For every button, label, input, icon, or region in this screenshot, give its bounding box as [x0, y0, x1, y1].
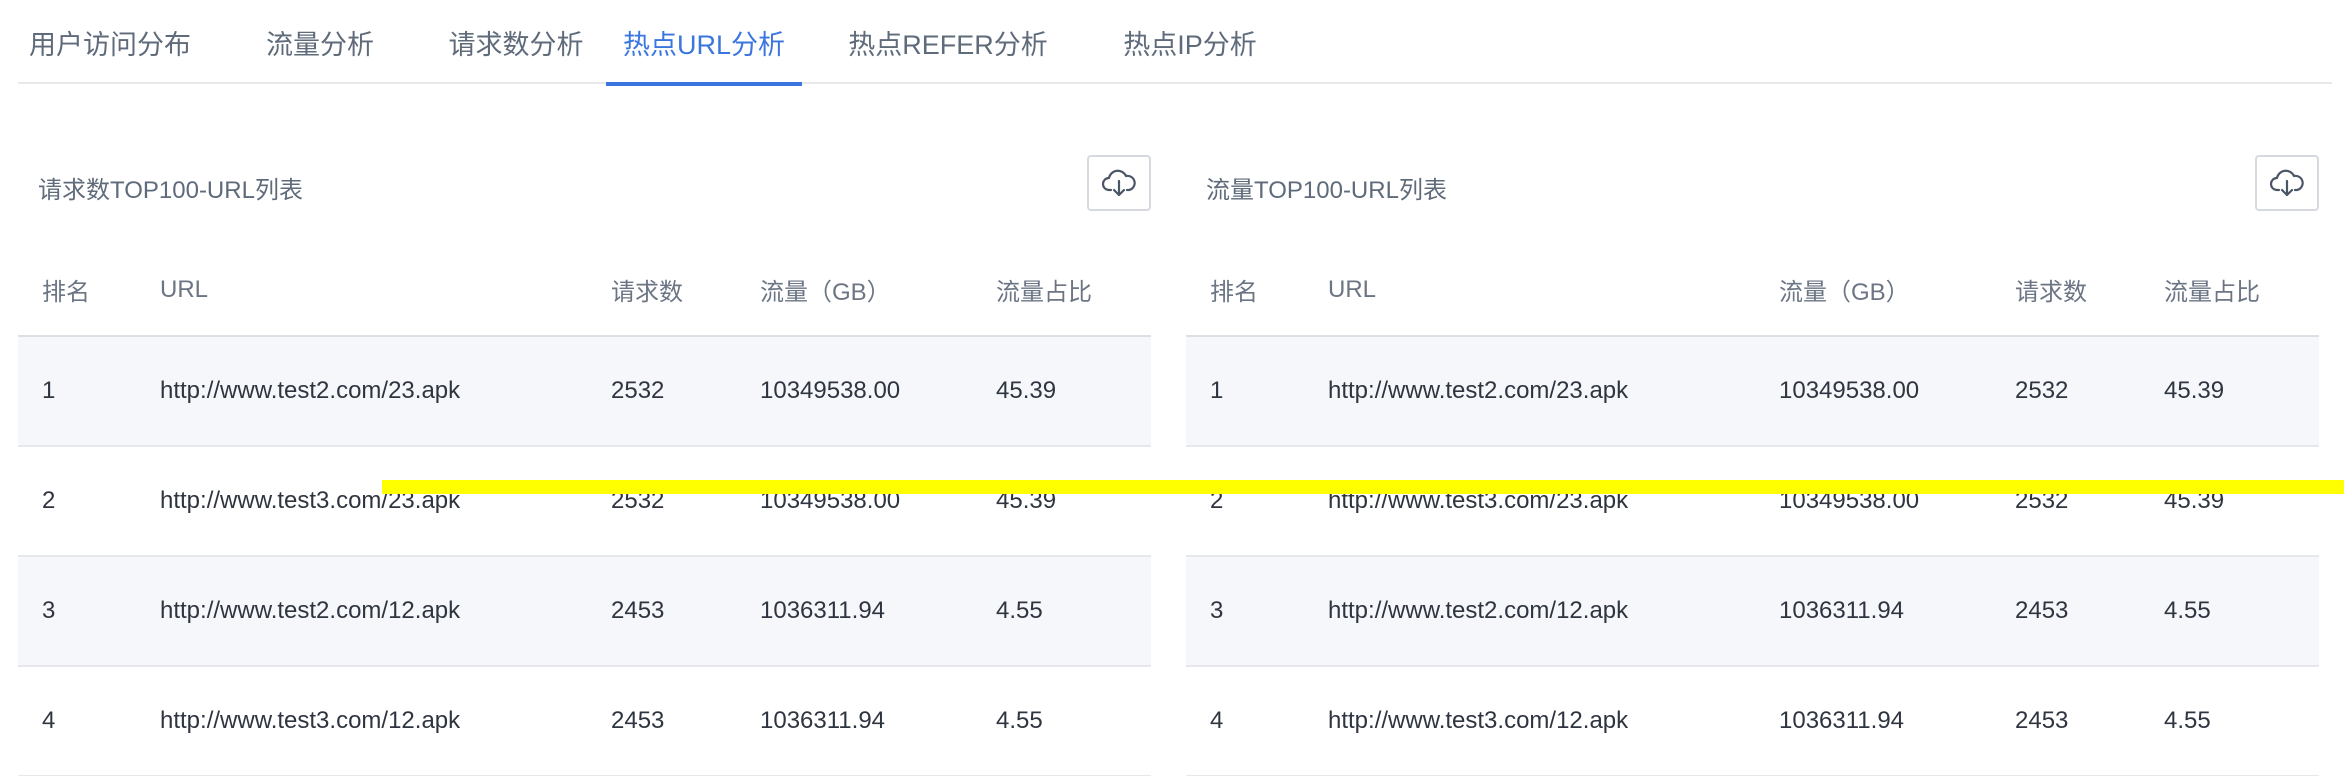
cell-traffic: 10349538.00: [736, 336, 972, 447]
cell-traffic: 10349538.00: [1755, 336, 1991, 447]
cell-requests: 2453: [587, 666, 736, 776]
cell-rank: 3: [18, 556, 136, 667]
cell-rank: 4: [1186, 666, 1304, 776]
tab-hot-refer[interactable]: 热点REFER分析: [838, 0, 1058, 84]
column-header-traffic-share[interactable]: 流量占比: [2140, 244, 2319, 337]
cell-requests: 2532: [1991, 336, 2140, 447]
cell-traffic: 1036311.94: [1755, 666, 1991, 776]
cell-traffic-share: 45.39: [2140, 446, 2319, 557]
cell-traffic: 1036311.94: [736, 666, 972, 776]
cloud-download-icon: [2270, 169, 2304, 197]
cell-traffic: 10349538.00: [736, 446, 972, 557]
cell-requests: 2453: [1991, 666, 2140, 776]
column-header-rank[interactable]: 排名: [18, 244, 136, 337]
column-header-url[interactable]: URL: [136, 244, 587, 337]
column-header-rank[interactable]: 排名: [1186, 244, 1304, 337]
cell-requests: 2532: [587, 336, 736, 447]
cell-url: http://www.test2.com/12.apk: [136, 556, 587, 667]
table-row: 4 http://www.test3.com/12.apk 1036311.94…: [1186, 666, 2319, 776]
tab-request-analysis[interactable]: 请求数分析: [422, 0, 610, 84]
cell-traffic-share: 45.39: [972, 336, 1151, 447]
table-row: 1 http://www.test2.com/23.apk 2532 10349…: [18, 336, 1151, 447]
column-header-traffic[interactable]: 流量（GB）: [1755, 244, 1991, 337]
table-header-row: 排名 URL 请求数 流量（GB） 流量占比: [18, 244, 1151, 337]
cell-rank: 1: [18, 336, 136, 447]
cell-rank: 2: [18, 446, 136, 557]
column-header-traffic-share[interactable]: 流量占比: [972, 244, 1151, 337]
cell-url: http://www.test3.com/23.apk: [136, 446, 587, 557]
cell-traffic: 10349538.00: [1755, 446, 1991, 557]
cell-traffic-share: 45.39: [2140, 336, 2319, 447]
cell-rank: 1: [1186, 336, 1304, 447]
download-button[interactable]: [1087, 155, 1151, 211]
panel-title: 请求数TOP100-URL列表: [38, 177, 303, 204]
cell-url: http://www.test3.com/12.apk: [136, 666, 587, 776]
render-glitch-band: [382, 480, 2344, 494]
cell-requests: 2532: [1991, 446, 2140, 557]
cell-url: http://www.test2.com/23.apk: [1304, 336, 1755, 447]
cell-rank: 3: [1186, 556, 1304, 667]
cell-traffic-share: 4.55: [2140, 666, 2319, 776]
column-header-url[interactable]: URL: [1304, 244, 1755, 337]
table-row: 4 http://www.test3.com/12.apk 2453 10363…: [18, 666, 1151, 776]
cell-requests: 2453: [587, 556, 736, 667]
tab-bar: 用户访问分布 流量分析 请求数分析 热点URL分析 热点REFER分析 热点IP…: [18, 0, 2332, 86]
column-header-requests[interactable]: 请求数: [1991, 244, 2140, 337]
cell-requests: 2453: [1991, 556, 2140, 667]
tab-hot-ip[interactable]: 热点IP分析: [1088, 0, 1292, 84]
column-header-traffic[interactable]: 流量（GB）: [736, 244, 972, 337]
panel-title: 流量TOP100-URL列表: [1206, 177, 1447, 204]
traffic-table: 排名 URL 流量（GB） 请求数 流量占比 1 http://www.test…: [1186, 244, 2319, 776]
tab-hot-url[interactable]: 热点URL分析: [606, 0, 802, 86]
table-row: 2 http://www.test3.com/23.apk 10349538.0…: [1186, 446, 2319, 557]
table-row: 3 http://www.test2.com/12.apk 1036311.94…: [1186, 556, 2319, 667]
cell-rank: 4: [18, 666, 136, 776]
cell-traffic: 1036311.94: [736, 556, 972, 667]
cell-url: http://www.test2.com/23.apk: [136, 336, 587, 447]
tab-traffic-analysis[interactable]: 流量分析: [246, 0, 394, 84]
table-row: 2 http://www.test3.com/23.apk 2532 10349…: [18, 446, 1151, 557]
table-row: 3 http://www.test2.com/12.apk 2453 10363…: [18, 556, 1151, 667]
cell-requests: 2532: [587, 446, 736, 557]
cell-traffic-share: 4.55: [972, 666, 1151, 776]
column-header-requests[interactable]: 请求数: [587, 244, 736, 337]
table-row: 1 http://www.test2.com/23.apk 10349538.0…: [1186, 336, 2319, 447]
cell-url: http://www.test3.com/12.apk: [1304, 666, 1755, 776]
cell-traffic-share: 4.55: [972, 556, 1151, 667]
tab-user-distribution[interactable]: 用户访问分布: [18, 0, 202, 84]
requests-table: 排名 URL 请求数 流量（GB） 流量占比 1 http://www.test…: [18, 244, 1151, 776]
page: 用户访问分布 流量分析 请求数分析 热点URL分析 热点REFER分析 热点IP…: [0, 0, 2344, 776]
cell-traffic-share: 45.39: [972, 446, 1151, 557]
cell-rank: 2: [1186, 446, 1304, 557]
cell-url: http://www.test3.com/23.apk: [1304, 446, 1755, 557]
cell-url: http://www.test2.com/12.apk: [1304, 556, 1755, 667]
cell-traffic: 1036311.94: [1755, 556, 1991, 667]
cloud-download-icon: [1102, 169, 1136, 197]
table-header-row: 排名 URL 流量（GB） 请求数 流量占比: [1186, 244, 2319, 337]
download-button[interactable]: [2255, 155, 2319, 211]
cell-traffic-share: 4.55: [2140, 556, 2319, 667]
